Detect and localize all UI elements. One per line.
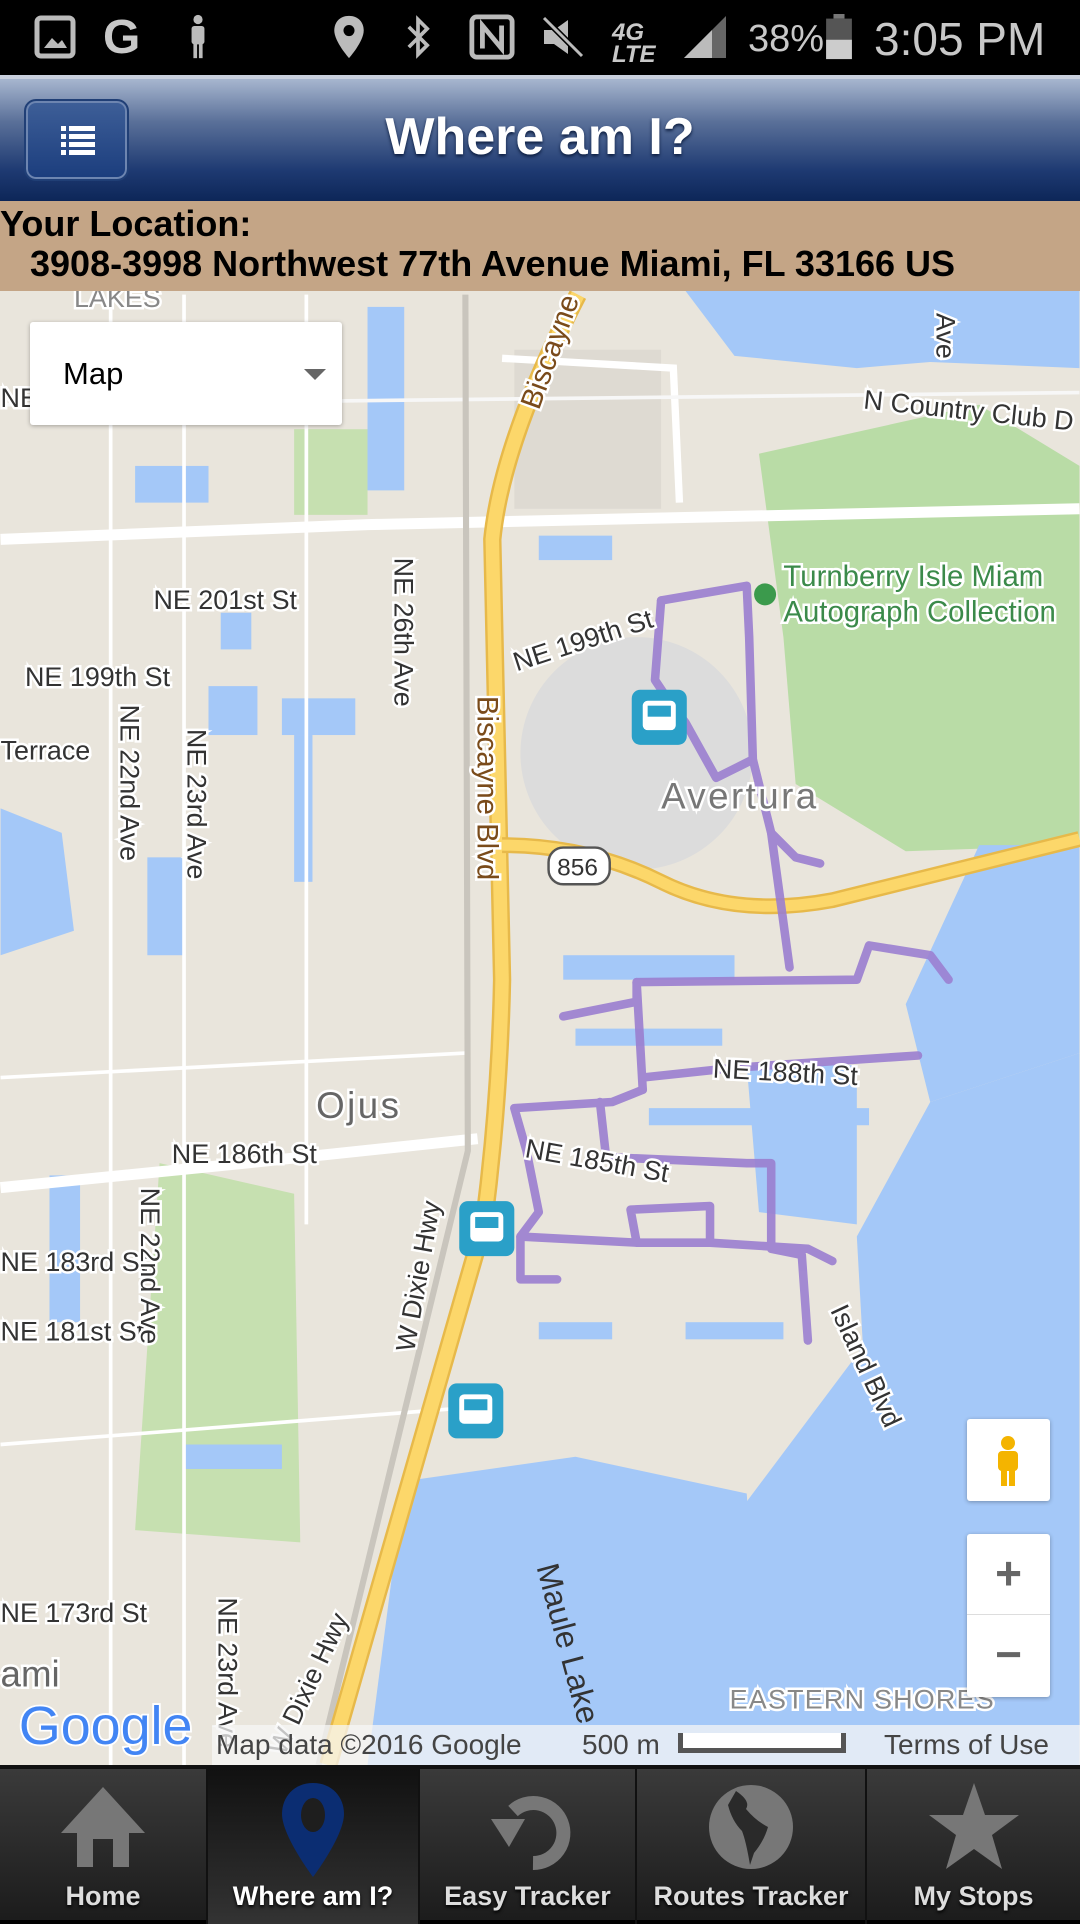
place-marker-icon <box>754 583 777 606</box>
map-label: NE 181st St <box>1 1317 145 1347</box>
network-icon: 4G LTE <box>612 19 656 68</box>
tab-label: Routes Tracker <box>653 1881 849 1911</box>
tab-label: Easy Tracker <box>444 1881 611 1911</box>
map-label: Ave <box>930 313 960 359</box>
map-view[interactable]: NE 201st St NE 199th St Terrace NE 199th… <box>0 291 1080 1765</box>
tab-where-am-i[interactable]: Where am I? <box>208 1769 420 1924</box>
google-icon: G <box>103 11 141 64</box>
bottom-nav: Home Where am I? Easy Tracker Routes Tra… <box>0 1765 1080 1924</box>
globe-icon <box>709 1785 793 1869</box>
location-label: Your Location: <box>0 203 252 244</box>
map-label: EASTERN SHORES <box>730 1685 995 1715</box>
map-label: Turnberry Isle Miam <box>783 560 1043 593</box>
tab-my-stops[interactable]: My Stops <box>867 1769 1080 1924</box>
scale-label: 500 m <box>582 1729 660 1760</box>
map-pin-icon <box>282 1783 344 1877</box>
pedestrian-icon <box>191 14 205 59</box>
tab-label: Where am I? <box>232 1881 394 1911</box>
zoom-controls: + − <box>967 1534 1050 1697</box>
map-label: NE 199th St <box>25 662 171 692</box>
map-label: NE 183rd St <box>1 1247 148 1277</box>
terms-of-use-link[interactable]: Terms of Use <box>884 1729 1049 1761</box>
map-label: LAKES <box>74 291 161 313</box>
google-logo: Google <box>19 1696 193 1756</box>
tab-label: My Stops <box>913 1881 1034 1911</box>
bus-stop-icon[interactable] <box>459 1201 515 1257</box>
map-label: Ojus <box>316 1085 401 1126</box>
battery-icon <box>826 14 852 60</box>
star-icon <box>928 1783 1019 1869</box>
map-type-dropdown[interactable]: Map <box>30 322 342 425</box>
map-label: NE 26th Ave <box>388 558 418 707</box>
status-bar: G 4G LTE 38% 3:05 PM <box>0 0 1080 75</box>
map-attribution-bar: Map data ©2016 Google 500 m Terms of Use <box>212 1725 1080 1765</box>
map-label: NE 22nd Ave <box>135 1188 165 1345</box>
map-label: NE 185th St <box>523 1133 672 1188</box>
map-attribution: Map data ©2016 Google <box>216 1729 522 1760</box>
tab-routes-tracker[interactable]: Routes Tracker <box>637 1769 867 1924</box>
map-label: NE 23rd Ave <box>182 729 212 880</box>
map-label: Terrace <box>1 735 91 765</box>
map-canvas[interactable]: NE 201st St NE 199th St Terrace NE 199th… <box>0 291 1080 1765</box>
zoom-in-button[interactable]: + <box>967 1534 1050 1615</box>
location-address: 3908-3998 Northwest 77th Avenue Miami, F… <box>30 243 956 284</box>
route-shield-label: 856 <box>557 855 598 882</box>
map-label: NE 22nd Ave <box>114 704 144 861</box>
street-view-pegman-button[interactable] <box>967 1419 1050 1501</box>
app-header: Where am I? <box>0 75 1080 201</box>
map-type-value: Map <box>63 356 124 391</box>
bus-stop-icon[interactable] <box>631 689 687 745</box>
zoom-out-button[interactable]: − <box>967 1615 1050 1696</box>
map-label: Autograph Collection <box>783 595 1055 628</box>
mall-area <box>520 637 753 870</box>
mute-icon <box>541 15 585 59</box>
map-label: Avertura <box>661 775 819 816</box>
map-label: NE 188th St <box>712 1054 859 1092</box>
map-label: NE 201st St <box>153 585 297 615</box>
location-icon <box>334 15 364 59</box>
tab-easy-tracker[interactable]: Easy Tracker <box>420 1769 637 1924</box>
pegman-icon <box>998 1436 1018 1486</box>
signal-icon <box>684 16 726 58</box>
bus-stop-icon[interactable] <box>448 1383 504 1439</box>
tab-label: Home <box>65 1881 141 1911</box>
map-label: Biscayne Blvd <box>471 696 504 880</box>
map-label: ami <box>1 1654 60 1695</box>
refresh-icon <box>490 1796 570 1871</box>
map-label: NE 173rd St <box>1 1598 148 1628</box>
scale-bar <box>678 1733 846 1753</box>
map-label: NE 186th St <box>172 1139 318 1169</box>
bluetooth-icon <box>407 15 430 59</box>
chevron-down-icon <box>304 369 326 380</box>
location-bar: Your Location: 3908-3998 Northwest 77th … <box>0 201 1080 291</box>
tab-home[interactable]: Home <box>0 1769 208 1924</box>
home-icon <box>61 1787 145 1867</box>
page-title: Where am I? <box>385 108 695 166</box>
battery-percent: 38% <box>748 18 825 60</box>
gallery-icon <box>34 15 76 59</box>
nfc-icon <box>469 14 515 60</box>
clock: 3:05 PM <box>874 13 1046 65</box>
